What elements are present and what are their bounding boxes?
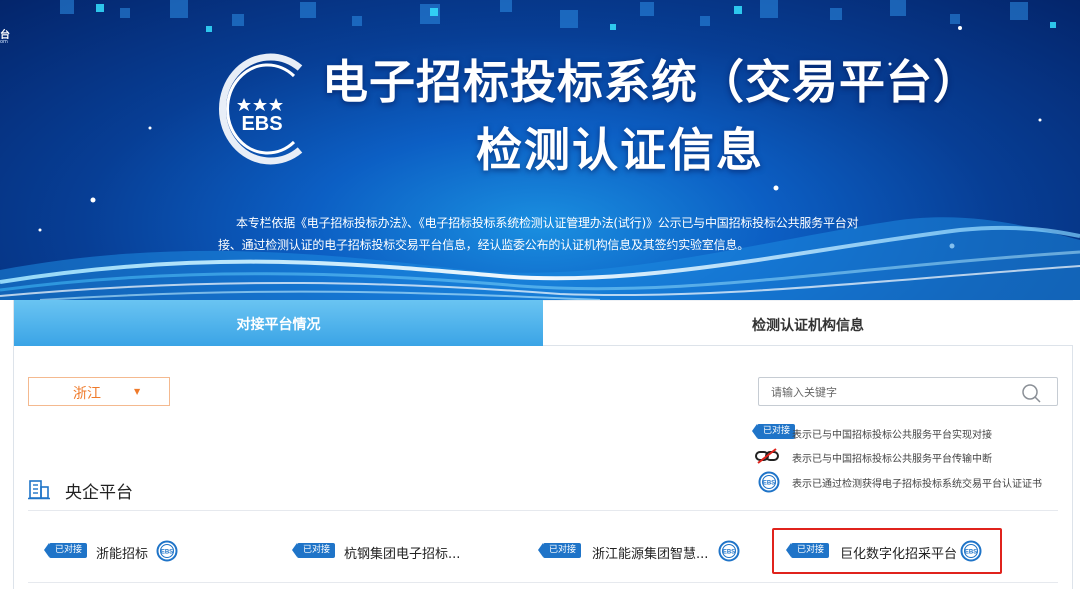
platform-item[interactable]: 已对接 杭钢集团电子招标... (291, 539, 492, 565)
section-divider (28, 510, 1058, 511)
svg-text:EBS: EBS (161, 550, 173, 556)
search-box[interactable] (758, 377, 1058, 406)
ebs-cert-icon: EBS (960, 540, 982, 562)
logo-text: EBS (241, 113, 282, 135)
platform-name[interactable]: 浙能招标 (96, 543, 148, 562)
legend-certified-text: 表示已通过检测获得电子招标投标系统交易平台认证证书 (792, 479, 1042, 490)
platform-item[interactable]: 已对接 浙能招标 EBS (43, 539, 244, 565)
legend-connected-text: 表示已与中国招标投标公共服务平台实现对接 (792, 430, 992, 441)
banner-description: 本专栏依据《电子招标投标办法》、《电子招标投标系统检测认证管理办法(试行)》公示… (218, 216, 859, 252)
platform-item[interactable]: 已对接 巨化数字化招采平台 EBS (785, 539, 996, 565)
section-title: 央企平台 (65, 483, 133, 503)
broken-link-icon (755, 448, 779, 464)
banner-subtitle: 检测认证信息 (476, 123, 764, 177)
connected-tag: 已对接 (537, 543, 582, 558)
ebs-logo: EBS (219, 53, 303, 165)
region-select[interactable]: 浙江 ▼ (28, 377, 170, 406)
platform-item[interactable]: 已对接 浙江能源集团智慧... EBS (537, 539, 748, 565)
banner-title: 电子招标投标系统（交易平台） (322, 55, 980, 109)
corner-sublabel: om (0, 39, 8, 45)
tab-certification-agencies[interactable]: 检测认证机构信息 (543, 300, 1073, 346)
search-input[interactable] (771, 382, 1011, 402)
connected-tag: 已对接 (785, 543, 830, 558)
row-divider (28, 582, 1058, 583)
hero-banner: 台 om EBS 电子招标投标系统（交易平台） 检测认证信息 本专栏依据《电子招… (0, 0, 1080, 300)
connected-tag: 已对接 (43, 543, 88, 558)
connected-tag: 已对接 (291, 543, 336, 558)
platform-name[interactable]: 杭钢集团电子招标... (344, 543, 460, 562)
dropdown-arrow-icon: ▼ (134, 387, 141, 396)
legend-interrupted-text: 表示已与中国招标投标公共服务平台传输中断 (792, 454, 992, 465)
ebs-cert-icon: EBS (156, 540, 178, 562)
region-select-value: 浙江 (73, 386, 101, 402)
svg-text:EBS: EBS (723, 550, 735, 556)
search-icon[interactable] (1021, 383, 1043, 403)
ebs-cert-icon: EBS (758, 471, 780, 493)
platform-name[interactable]: 浙江能源集团智慧... (592, 543, 708, 562)
building-icon (28, 480, 50, 500)
connected-tag: 已对接 (751, 424, 796, 439)
svg-text:EBS: EBS (763, 481, 775, 487)
ebs-cert-icon: EBS (718, 540, 740, 562)
svg-text:EBS: EBS (965, 550, 977, 556)
tab-connected-platforms[interactable]: 对接平台情况 (14, 300, 543, 346)
page: 台 om EBS 电子招标投标系统（交易平台） 检测认证信息 本专栏依据《电子招… (0, 0, 1080, 589)
platform-name[interactable]: 巨化数字化招采平台 (840, 543, 957, 562)
